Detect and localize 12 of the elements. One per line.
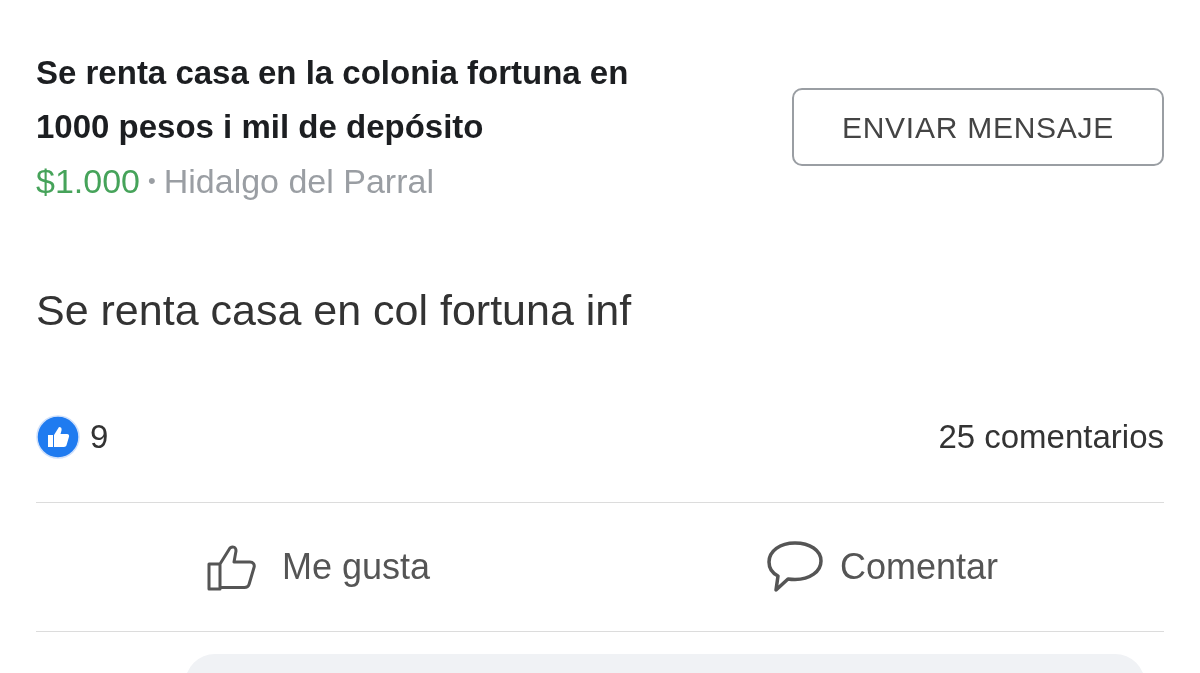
listing-title: Se renta casa en la colonia fortuna en 1000 pesos i mil de depósito bbox=[36, 53, 630, 147]
comment-count: 25 comentarios bbox=[938, 417, 1164, 458]
like-button[interactable]: Me gusta bbox=[36, 540, 600, 594]
like-icon bbox=[36, 415, 80, 459]
listing-location: Hidalgo del Parral bbox=[163, 161, 434, 202]
speech-bubble-icon bbox=[765, 540, 824, 594]
post-text: Se renta casa en col fortuna inf bbox=[36, 285, 633, 336]
listing-price: $1.000 bbox=[36, 161, 140, 202]
comment-button[interactable]: Comentar bbox=[600, 540, 1164, 594]
send-message-button[interactable]: ENVIAR MENSAJE bbox=[792, 88, 1164, 166]
reaction-count: 9 bbox=[90, 417, 109, 458]
separator-dot: • bbox=[148, 167, 156, 195]
